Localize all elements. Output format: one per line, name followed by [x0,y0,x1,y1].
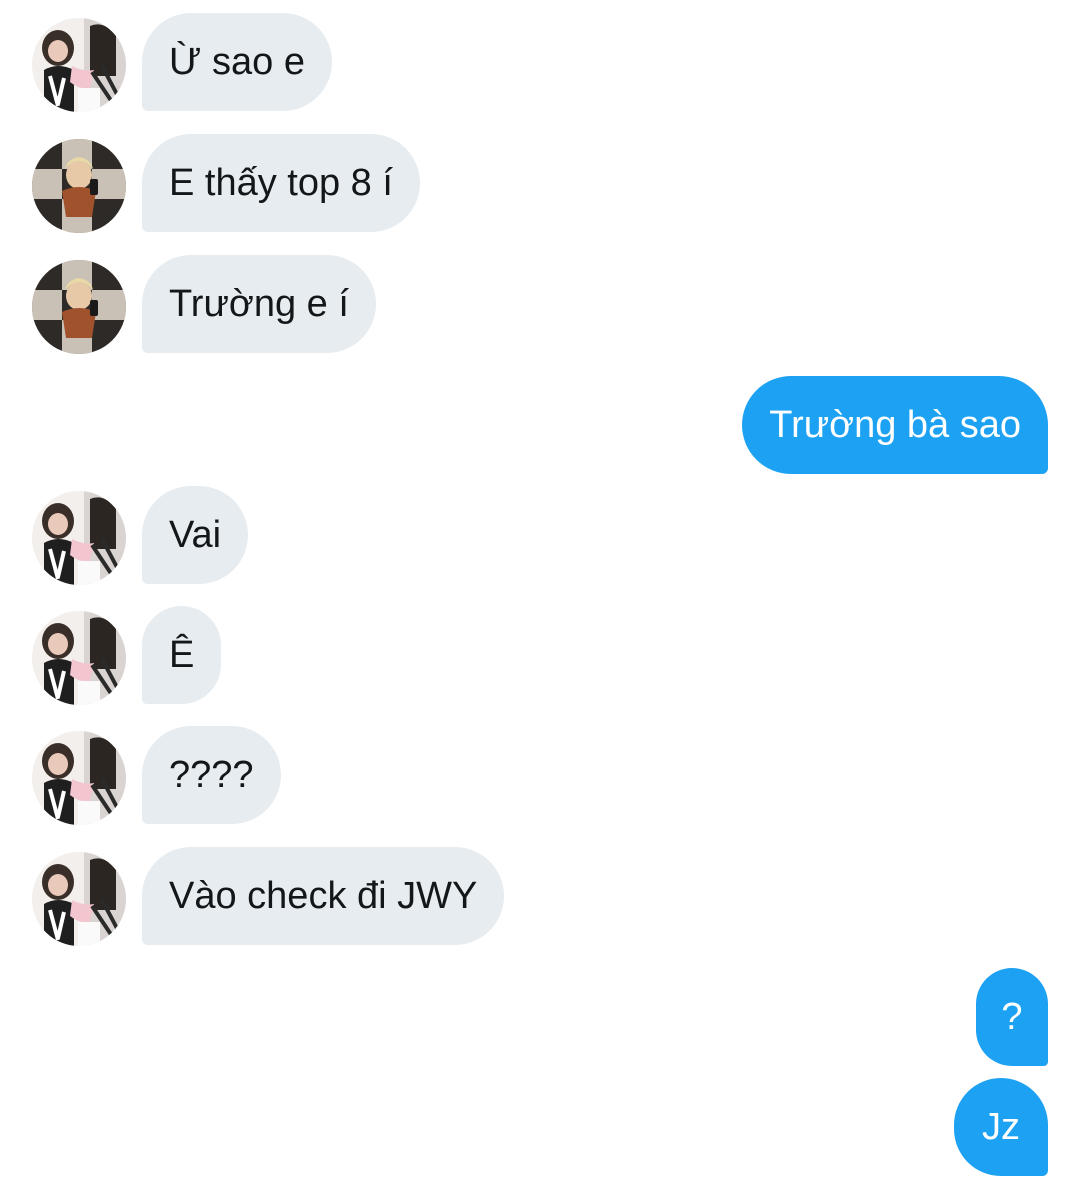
profile-photo-icon [32,611,126,705]
profile-photo-icon [32,491,126,585]
incoming-message[interactable]: Trường e í [142,255,376,353]
friend-selfie-avatar[interactable] [32,260,126,354]
friend-selfie-avatar[interactable] [32,139,126,233]
profile-photo-icon [32,139,126,233]
incoming-message[interactable]: ???? [142,726,281,824]
friend-photo-avatar[interactable] [32,852,126,946]
outgoing-message[interactable]: Trường bà sao [742,376,1048,474]
incoming-message[interactable]: Ừ sao e [142,13,332,111]
incoming-message[interactable]: E thấy top 8 í [142,134,420,232]
profile-photo-icon [32,852,126,946]
outgoing-message[interactable]: ? [976,968,1048,1066]
profile-photo-icon [32,18,126,112]
profile-photo-icon [32,260,126,354]
profile-photo-icon [32,731,126,825]
friend-photo-avatar[interactable] [32,491,126,585]
friend-photo-avatar[interactable] [32,611,126,705]
incoming-message[interactable]: Vào check đi JWY [142,847,505,945]
friend-photo-avatar[interactable] [32,731,126,825]
outgoing-message[interactable]: Jz [954,1078,1048,1176]
friend-photo-avatar[interactable] [32,18,126,112]
incoming-message[interactable]: Vai [142,486,249,584]
incoming-message[interactable]: Ê [142,606,222,704]
